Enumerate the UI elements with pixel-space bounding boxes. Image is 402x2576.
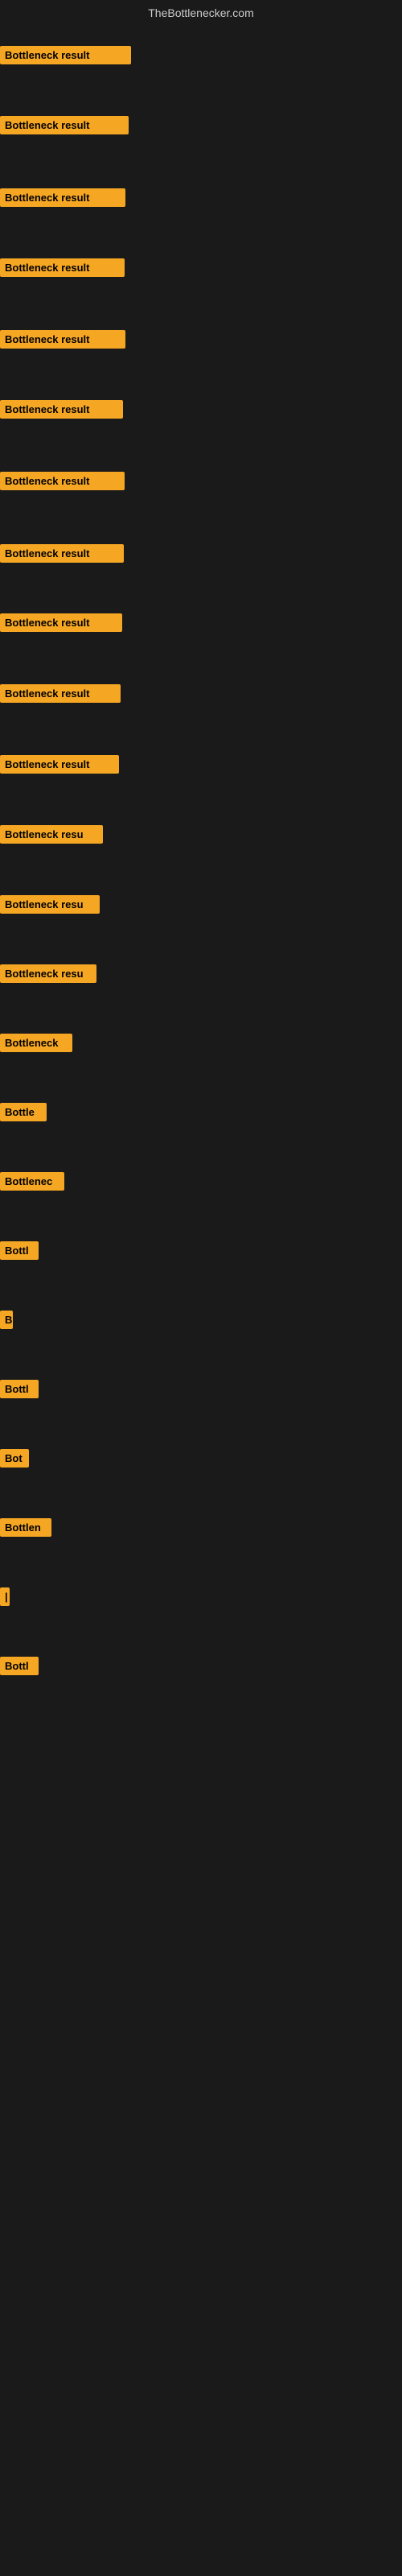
bottleneck-bar-11: Bottleneck result <box>0 755 119 774</box>
site-title: TheBottlenecker.com <box>0 0 402 26</box>
bottleneck-bar-12: Bottleneck resu <box>0 825 103 844</box>
bottleneck-bar-22: Bottlen <box>0 1518 51 1537</box>
bottleneck-bar-23: | <box>0 1587 10 1606</box>
bottleneck-bar-5: Bottleneck result <box>0 330 125 349</box>
bottleneck-bar-24: Bottl <box>0 1657 39 1675</box>
bottleneck-bar-7: Bottleneck result <box>0 472 125 490</box>
bottleneck-bar-17: Bottlenec <box>0 1172 64 1191</box>
bottleneck-bar-1: Bottleneck result <box>0 46 131 64</box>
bottleneck-bar-10: Bottleneck result <box>0 684 121 703</box>
bottleneck-bar-9: Bottleneck result <box>0 613 122 632</box>
bottleneck-bar-13: Bottleneck resu <box>0 895 100 914</box>
bottleneck-bar-15: Bottleneck <box>0 1034 72 1052</box>
bottleneck-bar-4: Bottleneck result <box>0 258 125 277</box>
bottleneck-bar-21: Bot <box>0 1449 29 1468</box>
bottleneck-bar-3: Bottleneck result <box>0 188 125 207</box>
bottleneck-bar-6: Bottleneck result <box>0 400 123 419</box>
bottleneck-bar-19: B <box>0 1311 13 1329</box>
bottleneck-bar-18: Bottl <box>0 1241 39 1260</box>
bottleneck-bar-2: Bottleneck result <box>0 116 129 134</box>
bottleneck-bar-8: Bottleneck result <box>0 544 124 563</box>
bottleneck-bar-20: Bottl <box>0 1380 39 1398</box>
bottleneck-bar-14: Bottleneck resu <box>0 964 96 983</box>
bottleneck-bar-16: Bottle <box>0 1103 47 1121</box>
